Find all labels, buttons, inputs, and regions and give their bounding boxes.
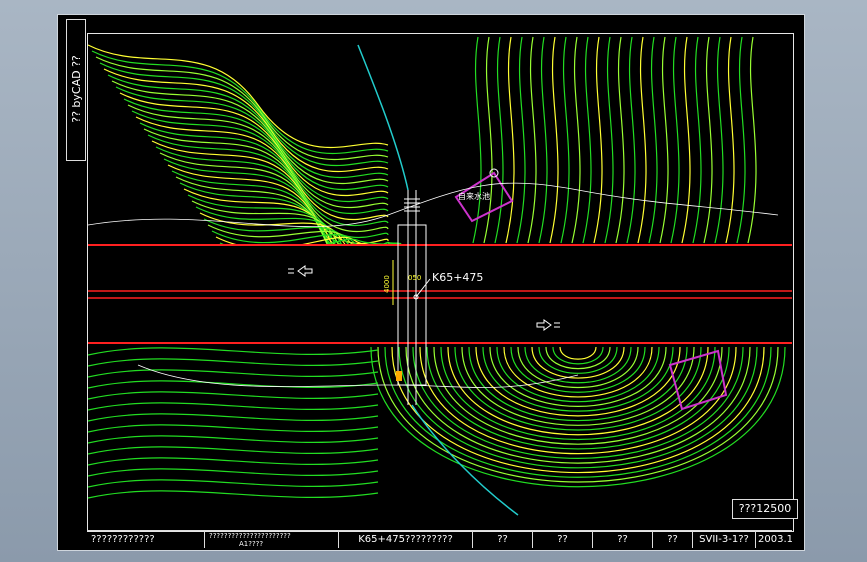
title-cell-design: ?? (473, 531, 533, 548)
title-cell-review: ?? (533, 531, 593, 548)
title-cell-check: ?? (593, 531, 653, 548)
title-stack-bottom: A1???? (239, 539, 264, 548)
title-cell-date: 2003.1 (758, 534, 792, 545)
title-cell-number-label: ?? (653, 531, 693, 548)
title-cell-drawing-number: SVII-3-1?? (693, 531, 756, 548)
drawing-frame (87, 33, 794, 532)
title-stack-top: ?????????????????????? (209, 531, 291, 540)
title-cell-project: ???????????? (87, 531, 205, 548)
side-stamp-text: ?? byCAD ?? (70, 55, 83, 123)
title-cell-drawing-name: K65+475????????? (339, 531, 473, 548)
scale-label: ???12500 (732, 499, 798, 519)
title-cell-stack: ?????????????????????? A1???? (205, 531, 339, 548)
drawing-sheet: 4000 050 K65+475 自来水池 ?? byCAD ?? ???125… (57, 14, 805, 551)
side-stamp: ?? byCAD ?? (66, 19, 86, 161)
title-block: ???????????? ?????????????????????? A1??… (87, 530, 792, 548)
